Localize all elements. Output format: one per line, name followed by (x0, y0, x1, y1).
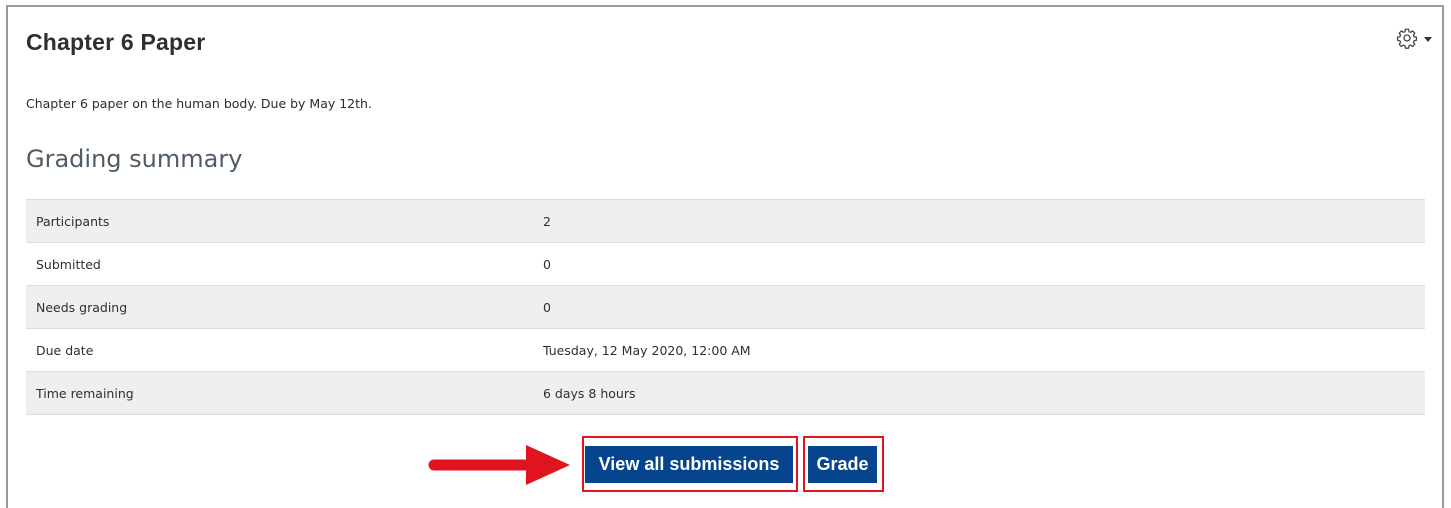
assignment-panel: Chapter 6 Paper Chapter 6 paper on the h… (6, 5, 1444, 508)
row-value: Tuesday, 12 May 2020, 12:00 AM (533, 328, 1425, 372)
table-row: Time remaining 6 days 8 hours (26, 371, 1425, 415)
grade-button[interactable]: Grade (808, 446, 877, 483)
table-row: Due date Tuesday, 12 May 2020, 12:00 AM (26, 328, 1425, 372)
table-row: Submitted 0 (26, 242, 1425, 286)
caret-down-icon (1424, 36, 1432, 42)
red-arrow-icon (428, 445, 570, 485)
row-value: 0 (533, 285, 1425, 329)
row-value: 6 days 8 hours (533, 371, 1425, 415)
table-row: Needs grading 0 (26, 285, 1425, 329)
submission-actions: View all submissions Grade (418, 432, 898, 492)
row-label: Participants (26, 199, 533, 243)
grading-summary-table: Participants 2 Submitted 0 Needs grading… (26, 199, 1425, 415)
row-label: Needs grading (26, 285, 533, 329)
gear-icon (1396, 28, 1418, 49)
row-label: Due date (26, 328, 533, 372)
grading-summary-heading: Grading summary (26, 145, 243, 173)
row-label: Submitted (26, 242, 533, 286)
row-value: 2 (533, 199, 1425, 243)
row-label: Time remaining (26, 371, 533, 415)
settings-menu-toggle[interactable] (1396, 27, 1432, 49)
row-value: 0 (533, 242, 1425, 286)
view-all-submissions-button[interactable]: View all submissions (585, 446, 793, 483)
table-row: Participants 2 (26, 199, 1425, 243)
assignment-description: Chapter 6 paper on the human body. Due b… (26, 96, 372, 111)
page-title: Chapter 6 Paper (26, 29, 206, 55)
